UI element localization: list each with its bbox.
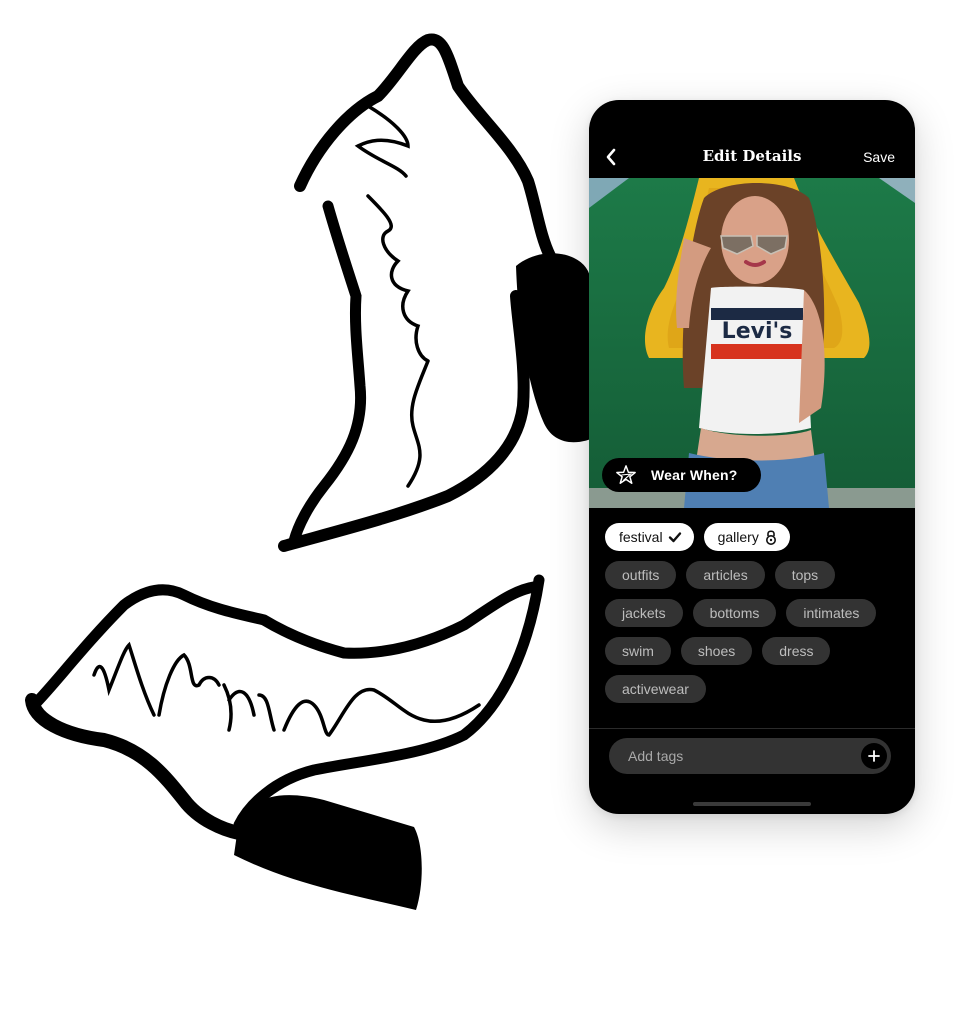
phone-frame: Edit Details Save Levi's Wear When? fest… bbox=[589, 100, 915, 814]
divider bbox=[589, 728, 915, 729]
tag-chip-dress[interactable]: dress bbox=[762, 637, 831, 665]
tag-chip-articles[interactable]: articles bbox=[686, 561, 765, 589]
tag-chip-activewear[interactable]: activewear bbox=[605, 675, 706, 703]
suggested-tags-row: outfits articles tops bbox=[605, 561, 905, 589]
tag-chip-tops[interactable]: tops bbox=[774, 561, 836, 589]
tag-chip-bottoms[interactable]: bottoms bbox=[692, 599, 777, 627]
star-icon bbox=[616, 465, 636, 484]
tag-chip-swim[interactable]: swim bbox=[605, 637, 671, 665]
tag-list: festival gallery outfits articles tops j… bbox=[605, 523, 905, 713]
wear-when-button[interactable]: Wear When? bbox=[602, 458, 761, 492]
lock-icon bbox=[765, 530, 776, 545]
boot-illustration-upright bbox=[278, 33, 598, 552]
tag-label: festival bbox=[619, 529, 663, 545]
suggested-tags-row: jackets bottoms intimates bbox=[605, 599, 905, 627]
tag-chip-festival[interactable]: festival bbox=[605, 523, 694, 551]
tag-chip-shoes[interactable]: shoes bbox=[680, 637, 753, 665]
selected-tags-row: festival gallery bbox=[605, 523, 905, 551]
tag-chip-gallery[interactable]: gallery bbox=[703, 523, 790, 551]
tag-chip-intimates[interactable]: intimates bbox=[786, 599, 877, 627]
suggested-tags-row: swim shoes dress bbox=[605, 637, 905, 665]
plus-icon bbox=[868, 750, 880, 762]
outfit-photo[interactable]: Levi's Wear When? bbox=[589, 178, 915, 508]
add-tag-button[interactable] bbox=[861, 743, 887, 769]
suggested-tags-row: activewear bbox=[605, 675, 905, 703]
save-button[interactable]: Save bbox=[863, 149, 895, 165]
add-tags-field bbox=[609, 738, 891, 774]
boot-illustration-sideways bbox=[25, 574, 545, 910]
add-tags-input[interactable] bbox=[626, 747, 861, 765]
tag-chip-outfits[interactable]: outfits bbox=[605, 561, 677, 589]
shirt-logo-text: Levi's bbox=[722, 319, 793, 344]
home-indicator bbox=[693, 802, 811, 806]
tag-chip-jackets[interactable]: jackets bbox=[605, 599, 683, 627]
tag-label: gallery bbox=[717, 529, 759, 545]
nav-bar: Edit Details Save bbox=[589, 100, 915, 178]
checkmark-icon bbox=[668, 532, 681, 543]
wear-when-label: Wear When? bbox=[651, 467, 738, 483]
